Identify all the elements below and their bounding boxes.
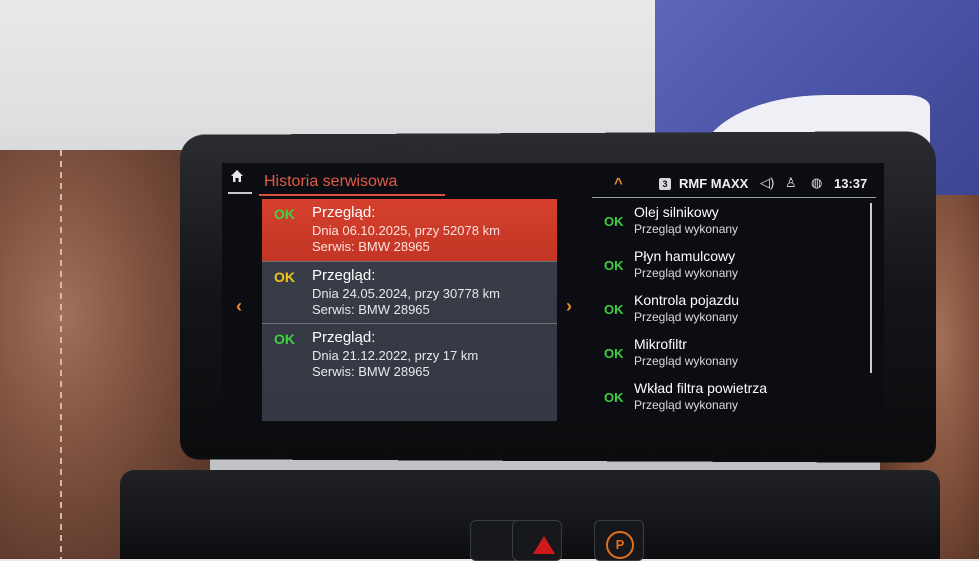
check-status: Przegląd wykonany xyxy=(634,354,739,368)
service-check-list: OK Olej silnikowy Przegląd wykonany OK P… xyxy=(592,201,872,421)
chevron-up-icon[interactable]: ^ xyxy=(614,175,623,192)
ok-badge: OK xyxy=(604,346,624,361)
entry-heading: Przegląd: xyxy=(312,267,376,284)
service-entry[interactable]: OK Przegląd: Dnia 21.12.2022, przy 17 km… xyxy=(262,323,557,386)
radio-preset-badge: 3 xyxy=(659,178,671,190)
ok-badge: OK xyxy=(604,258,624,273)
check-name: Płyn hamulcowy xyxy=(634,248,736,264)
check-item[interactable]: OK Olej silnikowy Przegląd wykonany xyxy=(592,201,862,245)
entry-date: Dnia 24.05.2024, przy 30778 km xyxy=(312,286,500,301)
check-status: Przegląd wykonany xyxy=(634,310,739,324)
park-assist-icon: P xyxy=(606,531,634,559)
ok-badge: OK xyxy=(604,214,624,229)
check-name: Wkład filtra powietrza xyxy=(634,380,768,396)
check-name: Mikrofiltr xyxy=(634,336,687,352)
status-badge: OK xyxy=(274,331,295,347)
chevron-right-icon[interactable]: › xyxy=(566,296,572,317)
check-item[interactable]: OK Płyn hamulcowy Przegląd wykonany xyxy=(592,245,862,289)
user-icon[interactable]: ♙ xyxy=(785,175,797,191)
entry-heading: Przegląd: xyxy=(312,329,376,346)
status-badge: OK xyxy=(274,269,295,285)
check-name: Olej silnikowy xyxy=(634,204,719,220)
check-status: Przegląd wykonany xyxy=(634,398,739,412)
hazard-icon xyxy=(533,536,555,554)
entry-heading: Przegląd: xyxy=(312,204,376,221)
entry-service: Serwis: BMW 28965 xyxy=(312,302,430,317)
status-badge: OK xyxy=(274,206,295,222)
check-item[interactable]: OK Wkład filtra powietrza Przegląd wykon… xyxy=(592,377,862,421)
service-history-list: OK Przegląd: Dnia 06.10.2025, przy 52078… xyxy=(262,199,557,421)
check-status: Przegląd wykonany xyxy=(634,266,739,280)
check-name: Kontrola pojazdu xyxy=(634,292,740,308)
radio-station[interactable]: RMF MAXX xyxy=(679,176,748,191)
entry-date: Dnia 21.12.2022, przy 17 km xyxy=(312,348,479,363)
check-status: Przegląd wykonany xyxy=(634,222,739,236)
entry-date: Dnia 06.10.2025, przy 52078 km xyxy=(312,223,500,238)
entry-service: Serwis: BMW 28965 xyxy=(312,239,430,254)
chevron-left-icon[interactable]: ‹ xyxy=(236,296,242,317)
scrollbar[interactable] xyxy=(870,203,872,373)
clock: 13:37 xyxy=(834,176,868,191)
service-entry[interactable]: OK Przegląd: Dnia 24.05.2024, przy 30778… xyxy=(262,261,557,324)
globe-icon[interactable]: ◍ xyxy=(811,175,822,191)
ok-badge: OK xyxy=(604,390,624,405)
ok-badge: OK xyxy=(604,302,624,317)
page-title: Historia serwisowa xyxy=(264,173,398,190)
volume-icon[interactable]: ◁) xyxy=(760,175,774,191)
entry-service: Serwis: BMW 28965 xyxy=(312,364,430,379)
service-entry[interactable]: OK Przegląd: Dnia 06.10.2025, przy 52078… xyxy=(262,199,557,261)
check-item[interactable]: OK Mikrofiltr Przegląd wykonany xyxy=(592,333,862,377)
check-item[interactable]: OK Kontrola pojazdu Przegląd wykonany xyxy=(592,289,862,333)
infotainment-screen: Historia serwisowa ‹ › OK Przegląd: Dnia… xyxy=(222,163,884,421)
home-tab-indicator xyxy=(228,192,252,194)
home-icon[interactable] xyxy=(230,169,244,183)
status-divider xyxy=(592,197,876,198)
